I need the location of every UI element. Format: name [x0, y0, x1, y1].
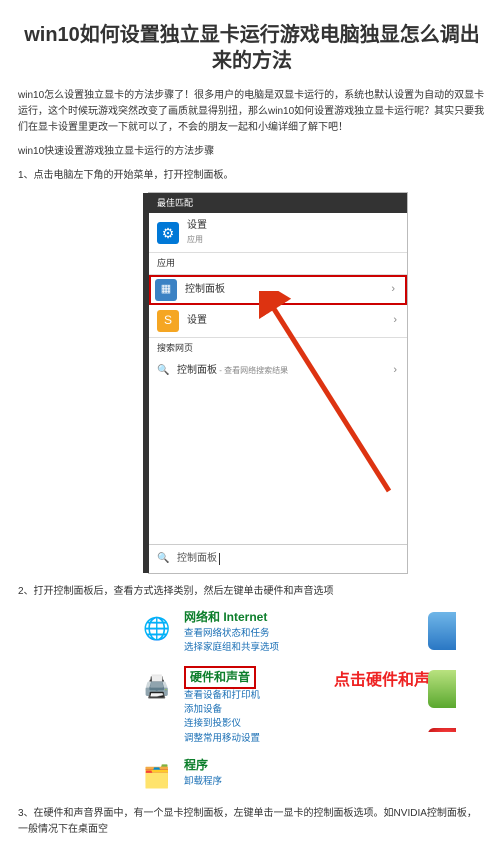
- hw-link-2[interactable]: 添加设备: [184, 703, 438, 717]
- step-1: 1、点击电脑左下角的开始菜单，打开控制面板。: [18, 168, 486, 184]
- chevron-right-icon: ›: [393, 362, 397, 380]
- subheading: win10快速设置游戏独立显卡运行的方法步骤: [18, 144, 486, 160]
- search-icon: 🔍: [157, 551, 171, 567]
- step-3: 3、在硬件和声音界面中，有一个显卡控制面板，左键单击一显卡的控制面板选项。如NV…: [18, 806, 486, 838]
- web-result-label: 控制面板: [177, 365, 217, 376]
- search-input-value: 控制面板: [177, 551, 217, 567]
- settings-sublabel: 应用: [187, 234, 207, 247]
- chevron-right-icon: ›: [393, 312, 397, 330]
- printer-icon: 🖨️: [138, 668, 176, 706]
- settings-item-2[interactable]: S 设置 ›: [149, 305, 407, 337]
- control-panel-icon: ▦: [155, 279, 177, 301]
- programs-icon: 🗂️: [138, 758, 176, 796]
- category-programs[interactable]: 🗂️ 程序 卸载程序: [138, 756, 438, 796]
- intro-paragraph: win10怎么设置独立显卡的方法步骤了！很多用户的电脑是双显卡运行的，系统也默认…: [18, 88, 486, 136]
- search-icon: 🔍: [157, 363, 171, 379]
- globe-icon: 🌐: [138, 610, 176, 648]
- settings-item[interactable]: ⚙ 设置 应用: [149, 213, 407, 252]
- control-panel-item[interactable]: ▦ 控制面板 ›: [149, 275, 407, 305]
- web-result-item[interactable]: 🔍 控制面板 - 查看网络搜索结果 ›: [149, 358, 407, 384]
- right-fragment-icons: [428, 612, 456, 732]
- apps-header: 应用: [149, 252, 407, 274]
- search-web-header: 搜索网页: [149, 337, 407, 358]
- settings-label: 设置: [187, 218, 207, 234]
- chevron-right-icon: ›: [391, 281, 395, 299]
- hw-link-4[interactable]: 调整常用移动设置: [184, 732, 438, 746]
- network-title: 网络和 Internet: [184, 608, 438, 627]
- hw-link-3[interactable]: 连接到投影仪: [184, 717, 438, 731]
- page-title: win10如何设置独立显卡运行游戏电脑独显怎么调出来的方法: [18, 22, 486, 74]
- category-network[interactable]: 🌐 网络和 Internet 查看网络状态和任务 选择家庭组和共享选项: [138, 608, 438, 656]
- settings2-label: 设置: [187, 313, 207, 329]
- control-panel-label: 控制面板: [185, 282, 225, 298]
- hardware-sound-title: 硬件和声音: [184, 666, 256, 689]
- programs-title: 程序: [184, 756, 438, 775]
- programs-link-1[interactable]: 卸载程序: [184, 775, 438, 789]
- screenshot-start-menu: 最佳匹配 ⚙ 设置 应用 应用 ▦ 控制面板 › S 设置 › 搜索网页 🔍 控…: [148, 192, 408, 574]
- settings-orange-icon: S: [157, 310, 179, 332]
- screenshot-control-panel: 🌐 网络和 Internet 查看网络状态和任务 选择家庭组和共享选项 🖨️ 硬…: [138, 608, 438, 796]
- web-result-sub: - 查看网络搜索结果: [217, 366, 288, 375]
- step-2: 2、打开控制面板后，查看方式选择类别，然后左键单击硬件和声音选项: [18, 584, 486, 600]
- best-match-header: 最佳匹配: [149, 193, 407, 213]
- network-link-2[interactable]: 选择家庭组和共享选项: [184, 641, 438, 655]
- gear-icon: ⚙: [157, 222, 179, 244]
- search-input-row[interactable]: 🔍 控制面板: [149, 544, 407, 573]
- network-link-1[interactable]: 查看网络状态和任务: [184, 627, 438, 641]
